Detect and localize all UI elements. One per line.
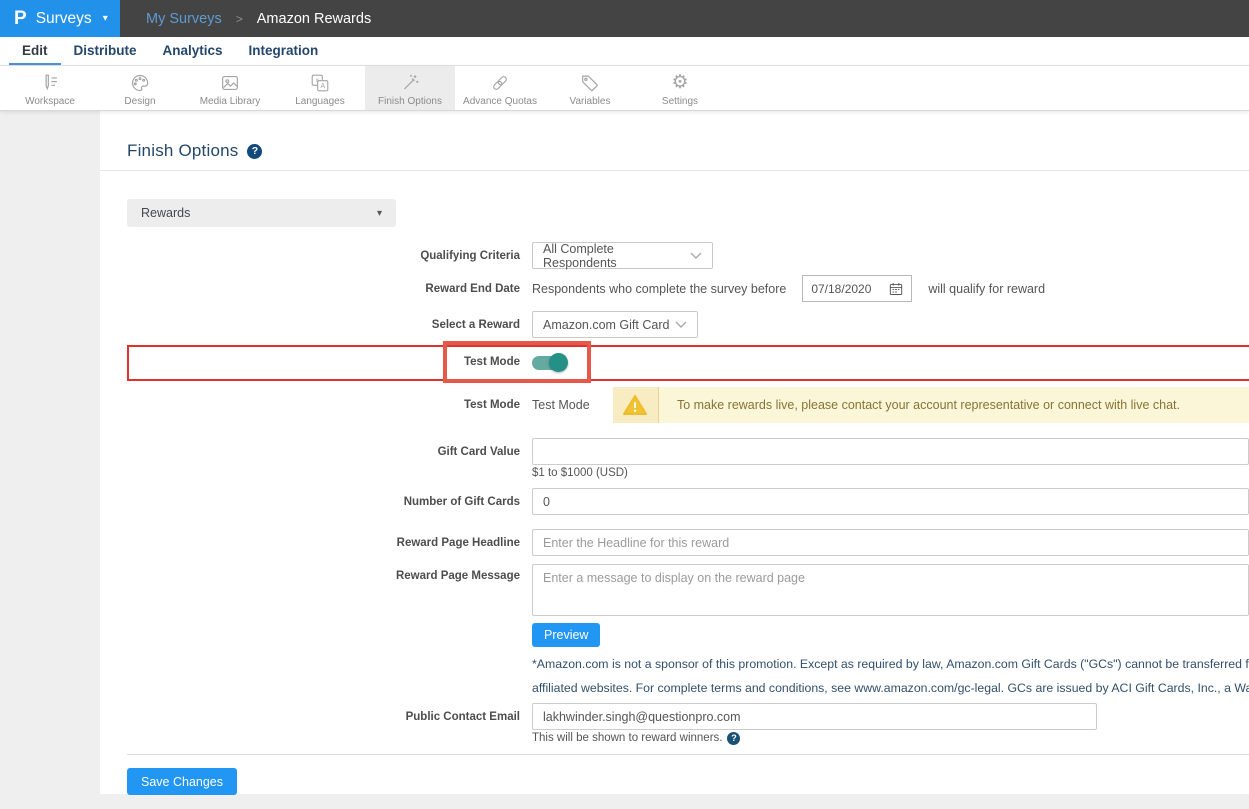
- surveys-menu[interactable]: P Surveys ▾: [0, 0, 120, 37]
- breadcrumb-my-surveys[interactable]: My Surveys: [146, 11, 222, 27]
- page-title: Finish Options: [127, 141, 238, 161]
- caret-down-icon: ▾: [377, 208, 382, 219]
- translate-icon: x A: [309, 72, 331, 94]
- divider: [100, 170, 1249, 171]
- tab-integration[interactable]: Integration: [236, 37, 332, 65]
- toolbar-item-settings[interactable]: ⚙ Settings: [635, 66, 725, 110]
- test-mode-toggle-row: Test Mode: [127, 341, 1249, 383]
- reward-end-date-label: Reward End Date: [127, 283, 532, 295]
- toolbar-item-workspace[interactable]: Workspace: [5, 66, 95, 110]
- test-mode-toggle-label: Test Mode: [127, 356, 532, 368]
- palette-icon: [129, 72, 151, 94]
- select-reward-label: Select a Reward: [127, 319, 532, 331]
- tab-edit[interactable]: Edit: [9, 37, 61, 65]
- reward-page-message-input[interactable]: [532, 564, 1249, 616]
- gear-icon: ⚙: [671, 72, 688, 94]
- public-contact-email-row: Public Contact Email: [127, 703, 1249, 730]
- edit-toolbar: Workspace Design Media Library x A Langu…: [0, 66, 1249, 111]
- svg-text:A: A: [320, 83, 325, 90]
- gift-card-value-label: Gift Card Value: [127, 446, 532, 458]
- toolbar-item-media-library[interactable]: Media Library: [185, 66, 275, 110]
- reward-end-date-prefix: Respondents who complete the survey befo…: [532, 282, 786, 296]
- reward-end-date-field: [802, 275, 912, 302]
- caret-down-icon: ▾: [103, 13, 108, 24]
- qualifying-criteria-select[interactable]: All Complete Respondents: [532, 242, 713, 269]
- content-area: Finish Options ? Rewards ▾ Qualifying Cr…: [0, 111, 1249, 808]
- select-reward-row: Select a Reward Amazon.com Gift Card: [127, 311, 1249, 338]
- tab-analytics[interactable]: Analytics: [150, 37, 236, 65]
- tag-icon: [579, 72, 601, 94]
- warning-banner: To make rewards live, please contact you…: [613, 387, 1249, 423]
- reward-end-date-suffix: will qualify for reward: [928, 282, 1045, 296]
- test-mode-status-value: Test Mode: [532, 398, 613, 412]
- divider: [127, 754, 1249, 755]
- breadcrumb-current-survey: Amazon Rewards: [257, 11, 371, 27]
- gift-card-value-input[interactable]: [532, 438, 1249, 465]
- select-reward-select[interactable]: Amazon.com Gift Card: [532, 311, 698, 338]
- reward-page-message-label: Reward Page Message: [127, 564, 532, 582]
- toolbar-item-finish-options[interactable]: Finish Options: [365, 66, 455, 110]
- toggle-knob: [549, 353, 568, 372]
- chevron-down-icon: [690, 252, 702, 260]
- breadcrumb-separator: >: [236, 12, 243, 26]
- warning-triangle-icon: [623, 394, 647, 416]
- warning-icon-cell: [613, 387, 659, 423]
- workspace-icon: [39, 72, 61, 94]
- public-contact-email-input[interactable]: [532, 703, 1097, 730]
- reward-end-date-input[interactable]: [811, 282, 883, 296]
- toolbar-item-languages[interactable]: x A Languages: [275, 66, 365, 110]
- public-contact-email-helper: This will be shown to reward winners. ?: [532, 730, 1249, 746]
- main-nav-tabs: Edit Distribute Analytics Integration: [0, 37, 1249, 66]
- finish-category-select[interactable]: Rewards ▾: [127, 199, 396, 227]
- magic-wand-icon: [399, 72, 421, 94]
- test-mode-status-label: Test Mode: [127, 399, 532, 411]
- reward-page-headline-input[interactable]: [532, 529, 1249, 556]
- finish-category-value: Rewards: [141, 206, 190, 220]
- toolbar-item-advance-quotas[interactable]: Advance Quotas: [455, 66, 545, 110]
- amazon-disclaimer-line2: affiliated websites. For complete terms …: [532, 680, 1249, 697]
- tab-distribute[interactable]: Distribute: [61, 37, 150, 65]
- reward-page-message-row: Reward Page Message: [127, 564, 1249, 616]
- toolbar-item-design[interactable]: Design: [95, 66, 185, 110]
- gift-card-value-row: Gift Card Value: [127, 438, 1249, 465]
- finish-options-panel: Finish Options ? Rewards ▾ Qualifying Cr…: [100, 111, 1249, 794]
- top-bar: P Surveys ▾ My Surveys > Amazon Rewards: [0, 0, 1249, 37]
- public-contact-email-label: Public Contact Email: [127, 711, 532, 723]
- image-icon: [219, 72, 241, 94]
- number-gift-cards-input[interactable]: [532, 488, 1249, 515]
- test-mode-toggle[interactable]: [532, 353, 568, 372]
- help-icon[interactable]: ?: [247, 144, 262, 159]
- left-gutter: [0, 111, 100, 808]
- help-icon[interactable]: ?: [727, 732, 740, 745]
- qualifying-criteria-label: Qualifying Criteria: [127, 250, 532, 262]
- app-name: Surveys: [36, 10, 92, 28]
- rewards-form: Qualifying Criteria All Complete Respond…: [127, 242, 1249, 795]
- reward-end-date-row: Reward End Date Respondents who complete…: [127, 275, 1249, 302]
- breadcrumb: My Surveys > Amazon Rewards: [120, 0, 1249, 37]
- preview-button[interactable]: Preview: [532, 623, 600, 647]
- reward-page-headline-label: Reward Page Headline: [127, 537, 532, 549]
- number-gift-cards-row: Number of Gift Cards: [127, 488, 1249, 515]
- gift-card-value-helper: $1 to $1000 (USD): [532, 465, 1249, 481]
- test-mode-status-row: Test Mode Test Mode To make rewards live…: [127, 387, 1249, 423]
- chain-links-icon: [489, 72, 511, 94]
- qualifying-criteria-row: Qualifying Criteria All Complete Respond…: [127, 242, 1249, 269]
- warning-message: To make rewards live, please contact you…: [659, 387, 1249, 423]
- amazon-disclaimer-line1: *Amazon.com is not a sponsor of this pro…: [532, 656, 1249, 673]
- chevron-down-icon: [675, 321, 687, 329]
- number-gift-cards-label: Number of Gift Cards: [127, 496, 532, 508]
- reward-page-headline-row: Reward Page Headline: [127, 529, 1249, 556]
- toolbar-item-variables[interactable]: Variables: [545, 66, 635, 110]
- questionpro-logo-icon: P: [14, 9, 27, 28]
- save-changes-button[interactable]: Save Changes: [127, 768, 237, 795]
- calendar-icon[interactable]: [889, 282, 903, 296]
